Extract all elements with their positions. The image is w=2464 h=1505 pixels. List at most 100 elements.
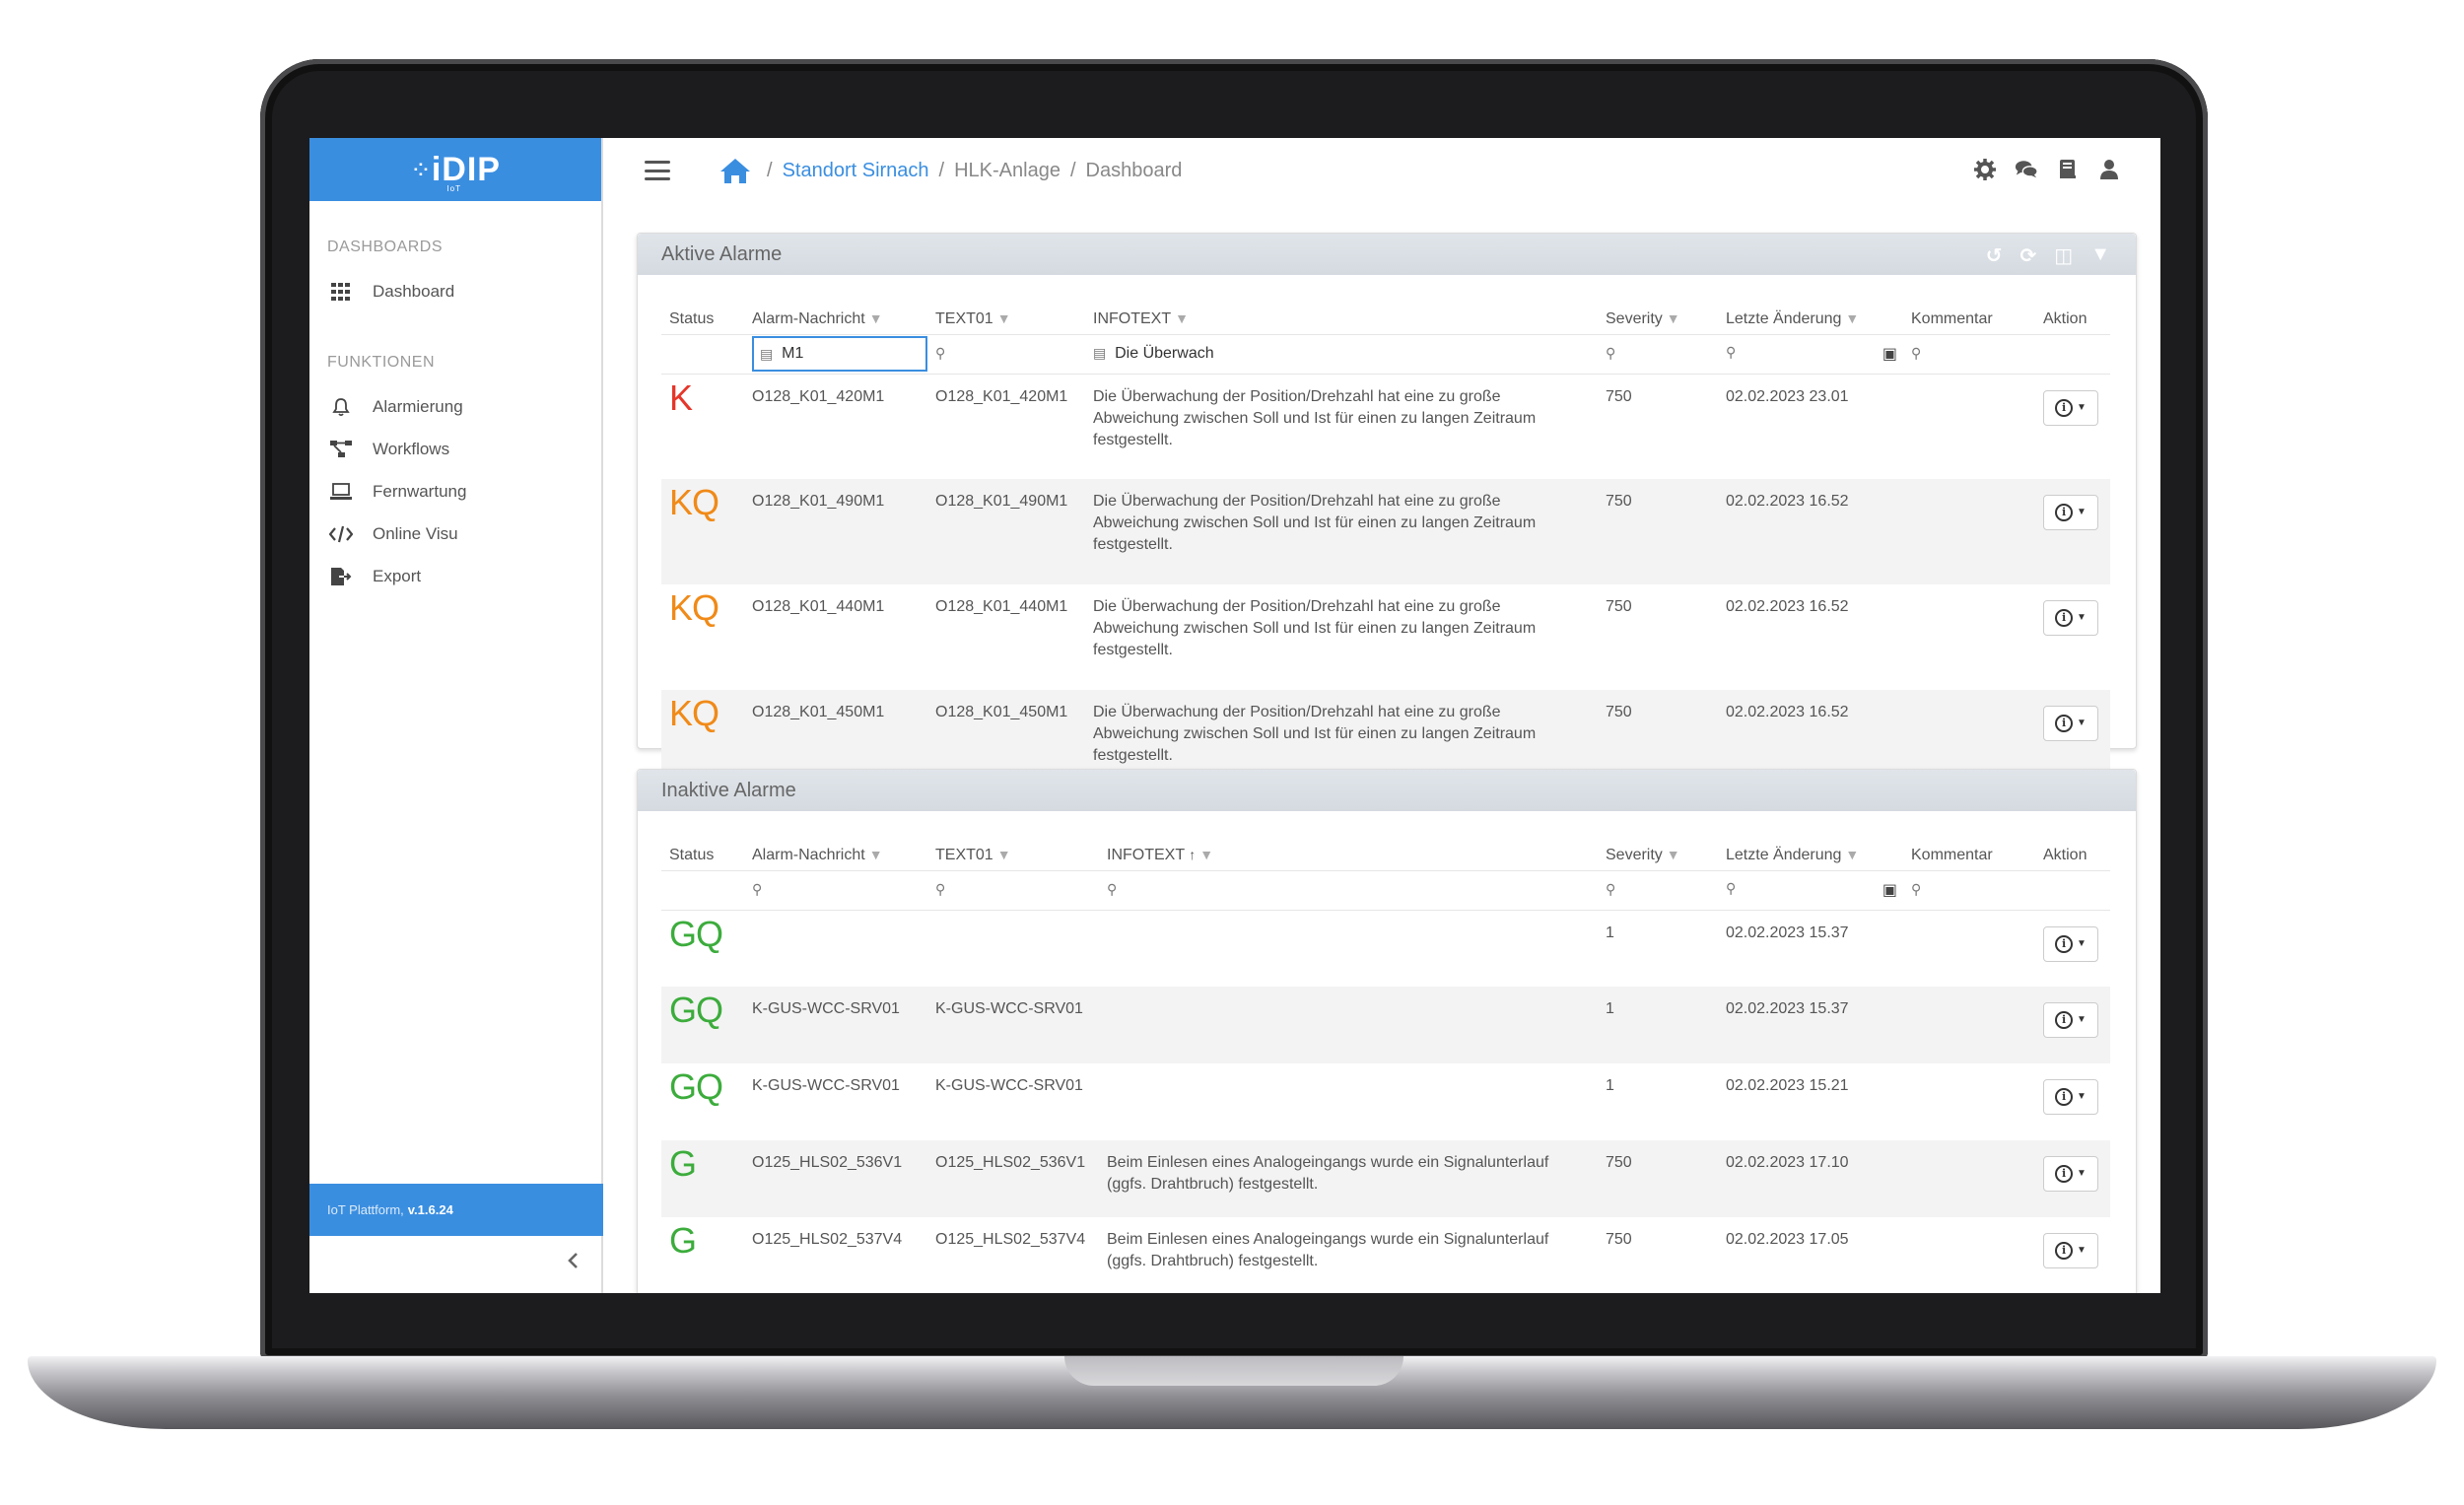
- calendar-icon[interactable]: ▣: [1882, 880, 1897, 900]
- row-action-button[interactable]: i ▼: [2043, 1002, 2098, 1038]
- sidebar-item-workflows[interactable]: Workflows: [309, 428, 601, 470]
- last-change-filter[interactable]: ⚲ ▣: [1718, 334, 1903, 375]
- action-cell: i ▼: [2035, 479, 2110, 584]
- caret-down-icon: ▼: [2077, 1014, 2087, 1025]
- funnel-icon: ▼: [1175, 309, 1189, 326]
- alarm-message-filter[interactable]: ⚲: [744, 870, 927, 911]
- col-severity[interactable]: Severity ▼: [1598, 831, 1718, 871]
- action-cell: i ▼: [2035, 1063, 2110, 1140]
- breadcrumb-separator: /: [767, 159, 773, 181]
- severity-cell: 750: [1606, 387, 1632, 405]
- panel-title: Inaktive Alarme: [661, 779, 796, 801]
- text01-cell: O125_HLS02_536V1: [927, 1140, 1099, 1217]
- panel-tools: ↺ ⟳ ◫ ▼: [1986, 243, 2110, 268]
- table-row[interactable]: GQ K-GUS-WCC-SRV01 K-GUS-WCC-SRV01 1 02.02.2…: [661, 1063, 2110, 1140]
- status-indicator: KQ: [669, 587, 719, 628]
- collapse-sidebar-button[interactable]: [566, 1250, 580, 1275]
- severity-filter[interactable]: ⚲: [1598, 334, 1718, 375]
- sidebar-item-dashboard[interactable]: Dashboard: [309, 270, 601, 312]
- row-action-button[interactable]: i ▼: [2043, 600, 2098, 636]
- sidebar-item-fernwartung[interactable]: Fernwartung: [309, 470, 601, 513]
- home-icon[interactable]: [719, 157, 751, 184]
- sidebar-item-label: Workflows: [373, 439, 450, 458]
- col-text01[interactable]: TEXT01 ▼: [927, 295, 1085, 335]
- action-cell: i ▼: [2035, 374, 2110, 479]
- columns-icon[interactable]: ◫: [2054, 243, 2073, 268]
- search-icon: ⚲: [1911, 345, 1922, 361]
- menu-toggle-icon[interactable]: [645, 161, 670, 180]
- status-indicator: G: [669, 1143, 697, 1184]
- breadcrumb-standort[interactable]: Standort Sirnach: [783, 160, 929, 182]
- logo-text: iDIP IoT: [431, 150, 501, 193]
- row-action-button[interactable]: i ▼: [2043, 1233, 2098, 1268]
- nav-section-functions: FUNKTIONEN: [327, 354, 435, 371]
- funnel-icon: ▼: [996, 846, 1011, 862]
- sidebar-item-export[interactable]: Export: [309, 555, 601, 597]
- last-change-cell: 02.02.2023 15.37: [1718, 987, 1903, 1063]
- row-action-button[interactable]: i ▼: [2043, 925, 2098, 962]
- last-change-cell: 02.02.2023 16.52: [1718, 479, 1903, 584]
- active-alarms-panel: Aktive Alarme ↺ ⟳ ◫ ▼ Status Alarm-Nachr…: [637, 233, 2137, 795]
- refresh-icon[interactable]: ⟳: [2020, 243, 2037, 268]
- infotext-filter[interactable]: ⚲: [1099, 870, 1598, 911]
- breadcrumb-anlage[interactable]: HLK-Anlage: [954, 160, 1061, 182]
- version-number: v.1.6.24: [407, 1202, 453, 1217]
- last-change-filter[interactable]: ⚲ ▣: [1718, 870, 1903, 911]
- row-action-button[interactable]: i ▼: [2043, 1156, 2098, 1192]
- col-text01[interactable]: TEXT01 ▼: [927, 831, 1099, 871]
- col-severity[interactable]: Severity ▼: [1598, 295, 1718, 335]
- table-row[interactable]: KQ O128_K01_440M1 O128_K01_440M1 Die Überwa…: [661, 584, 2110, 690]
- severity-filter[interactable]: ⚲: [1598, 870, 1718, 911]
- table-row[interactable]: G O125_HLS02_537V4 O125_HLS02_537V4 Beim Ei…: [661, 1217, 2110, 1293]
- col-last-change[interactable]: Letzte Änderung ▼: [1718, 831, 1903, 871]
- last-change-cell: 02.02.2023 23.01: [1726, 387, 1849, 405]
- alarm-message-cell: O128_K01_420M1: [752, 387, 885, 405]
- gear-icon[interactable]: [1973, 158, 1997, 181]
- table-row[interactable]: GQ K-GUS-WCC-SRV01 K-GUS-WCC-SRV01 1 02.02.2…: [661, 987, 2110, 1063]
- search-icon: ⚲: [1726, 880, 1737, 896]
- logo[interactable]: ⁘ iDIP IoT: [309, 138, 601, 201]
- comment-filter[interactable]: ⚲: [1903, 870, 2035, 911]
- workflow-icon: [327, 440, 355, 459]
- undo-icon[interactable]: ↺: [1986, 243, 2003, 268]
- col-last-change[interactable]: Letzte Änderung ▼: [1718, 295, 1903, 335]
- book-icon[interactable]: [2056, 158, 2080, 181]
- alarm-message-filter[interactable]: ▤ M1: [744, 334, 927, 375]
- row-action-button[interactable]: i ▼: [2043, 1079, 2098, 1115]
- status-cell: KQ: [661, 479, 744, 584]
- text01-filter[interactable]: ⚲: [927, 334, 1085, 375]
- table-row[interactable]: KQ O128_K01_490M1 O128_K01_490M1 Die Überwa…: [661, 479, 2110, 584]
- status-indicator: GQ: [669, 990, 723, 1030]
- col-infotext[interactable]: INFOTEXT ↑ ▼: [1099, 831, 1598, 871]
- col-alarm-message[interactable]: Alarm-Nachricht ▼: [744, 831, 927, 871]
- table-row[interactable]: G O125_HLS02_536V1 O125_HLS02_536V1 Beim Ei…: [661, 1140, 2110, 1217]
- row-action-button[interactable]: i ▼: [2043, 495, 2098, 530]
- search-icon: ⚲: [1606, 881, 1616, 897]
- chat-icon[interactable]: [2015, 158, 2038, 181]
- row-action-button[interactable]: i ▼: [2043, 389, 2098, 426]
- infotext-filter[interactable]: ▤ Die Überwach: [1085, 334, 1598, 375]
- user-icon[interactable]: [2097, 158, 2121, 181]
- filter-icon[interactable]: ▼: [2090, 243, 2110, 268]
- col-status[interactable]: Status: [661, 295, 744, 335]
- col-infotext[interactable]: INFOTEXT ▼: [1085, 295, 1598, 335]
- caret-down-icon: ▼: [2077, 718, 2087, 728]
- alarm-message-cell: O125_HLS02_536V1: [744, 1140, 927, 1217]
- severity-cell: 750: [1606, 598, 1632, 615]
- col-alarm-message[interactable]: Alarm-Nachricht ▼: [744, 295, 927, 335]
- col-action: Aktion: [2035, 295, 2110, 335]
- col-status[interactable]: Status: [661, 831, 744, 871]
- calendar-icon[interactable]: ▣: [1882, 344, 1897, 364]
- info-icon: i: [2055, 934, 2074, 953]
- text01-filter[interactable]: ⚲: [927, 870, 1099, 911]
- table-row[interactable]: GQ 1 02.02.2023 15.37 i ▼: [661, 910, 2110, 987]
- col-comment[interactable]: Kommentar: [1903, 295, 2035, 335]
- col-comment[interactable]: Kommentar: [1903, 831, 2035, 871]
- search-icon: ⚲: [1107, 881, 1118, 897]
- comment-cell: [1903, 479, 2035, 584]
- comment-filter[interactable]: ⚲: [1903, 334, 2035, 375]
- table-row[interactable]: K O128_K01_420M1 O128_K01_420M1 Die Überwac…: [661, 374, 2110, 479]
- sidebar-item-online-visu[interactable]: Online Visu: [309, 513, 601, 555]
- row-action-button[interactable]: i ▼: [2043, 706, 2098, 741]
- sidebar-item-alarmierung[interactable]: Alarmierung: [309, 385, 601, 428]
